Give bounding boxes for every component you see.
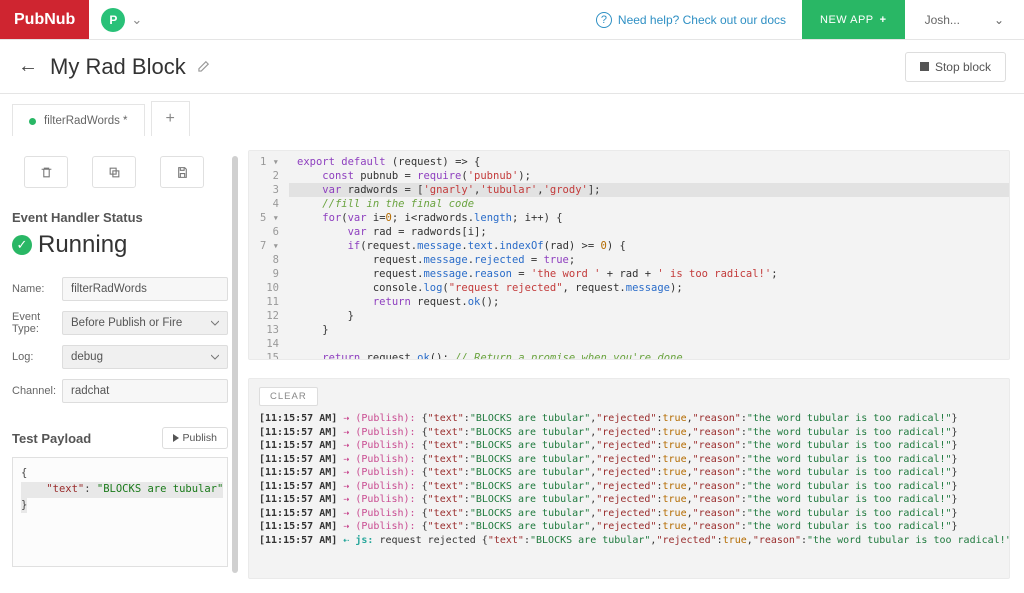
tab-status-dot-icon (29, 118, 36, 125)
plus-icon: + (880, 14, 887, 26)
avatar[interactable]: P (101, 8, 125, 32)
play-icon (173, 434, 179, 442)
name-input[interactable] (62, 277, 228, 301)
help-icon: ? (596, 12, 612, 28)
channel-input[interactable] (62, 379, 228, 403)
save-button[interactable] (160, 156, 204, 188)
delete-button[interactable] (24, 156, 68, 188)
clear-console-button[interactable]: CLEAR (259, 387, 318, 406)
chevron-down-icon: ⌄ (994, 13, 1004, 27)
right-column: 1 ▾2345 ▾67 ▾89101112131415 export defau… (240, 136, 1024, 593)
status-check-icon: ✓ (12, 235, 32, 255)
test-payload-title: Test Payload (12, 431, 91, 446)
status-text: Running (38, 231, 127, 259)
editor-code[interactable]: export default (request) => { const pubn… (289, 151, 1009, 359)
console: CLEAR [11:15:57 AM] ⇢ (Publish): {"text"… (248, 378, 1010, 579)
new-app-button[interactable]: NEW APP + (802, 0, 905, 39)
stop-block-button[interactable]: Stop block (905, 52, 1006, 82)
stop-icon (920, 62, 929, 71)
tab-filter-rad-words[interactable]: filterRadWords * (12, 104, 145, 136)
stop-label: Stop block (935, 60, 991, 74)
code-editor[interactable]: 1 ▾2345 ▾67 ▾89101112131415 export defau… (248, 150, 1010, 360)
editor-gutter: 1 ▾2345 ▾67 ▾89101112131415 (249, 151, 289, 359)
event-type-select[interactable]: Before Publish or Fire (62, 311, 228, 335)
new-app-label: NEW APP (820, 14, 874, 26)
test-payload-editor[interactable]: { "text": "BLOCKS are tubular" } (12, 457, 228, 567)
publish-label: Publish (183, 432, 217, 444)
user-dropdown[interactable]: Josh... ⌄ (905, 0, 1024, 39)
tab-label: filterRadWords * (44, 115, 128, 127)
page-title: My Rad Block (50, 54, 186, 80)
tabs-row: filterRadWords * + (0, 94, 1024, 136)
top-bar: PubNub P ⌄ ? Need help? Check out our do… (0, 0, 1024, 40)
sidebar-scrollbar[interactable] (232, 156, 238, 573)
help-text: Need help? Check out our docs (618, 13, 786, 27)
edit-title-icon[interactable] (196, 60, 210, 74)
name-label: Name: (12, 283, 62, 295)
main-area: Event Handler Status ✓ Running Name: Eve… (0, 136, 1024, 593)
add-tab-button[interactable]: + (151, 101, 190, 136)
event-handler-status-title: Event Handler Status (12, 210, 228, 225)
title-bar: ← My Rad Block Stop block (0, 40, 1024, 94)
log-label: Log: (12, 351, 62, 363)
avatar-chevron-icon[interactable]: ⌄ (131, 12, 142, 28)
copy-button[interactable] (92, 156, 136, 188)
console-output: [11:15:57 AM] ⇢ (Publish): {"text":"BLOC… (259, 412, 999, 547)
logo: PubNub (0, 0, 89, 39)
status-running: ✓ Running (12, 231, 228, 259)
user-name: Josh... (925, 13, 960, 27)
back-arrow-icon[interactable]: ← (18, 55, 38, 78)
sidebar: Event Handler Status ✓ Running Name: Eve… (0, 136, 240, 593)
publish-button[interactable]: Publish (162, 427, 228, 449)
help-link[interactable]: ? Need help? Check out our docs (580, 0, 802, 39)
channel-label: Channel: (12, 385, 62, 397)
log-select[interactable]: debug (62, 345, 228, 369)
event-type-label: Event Type: (12, 311, 62, 335)
